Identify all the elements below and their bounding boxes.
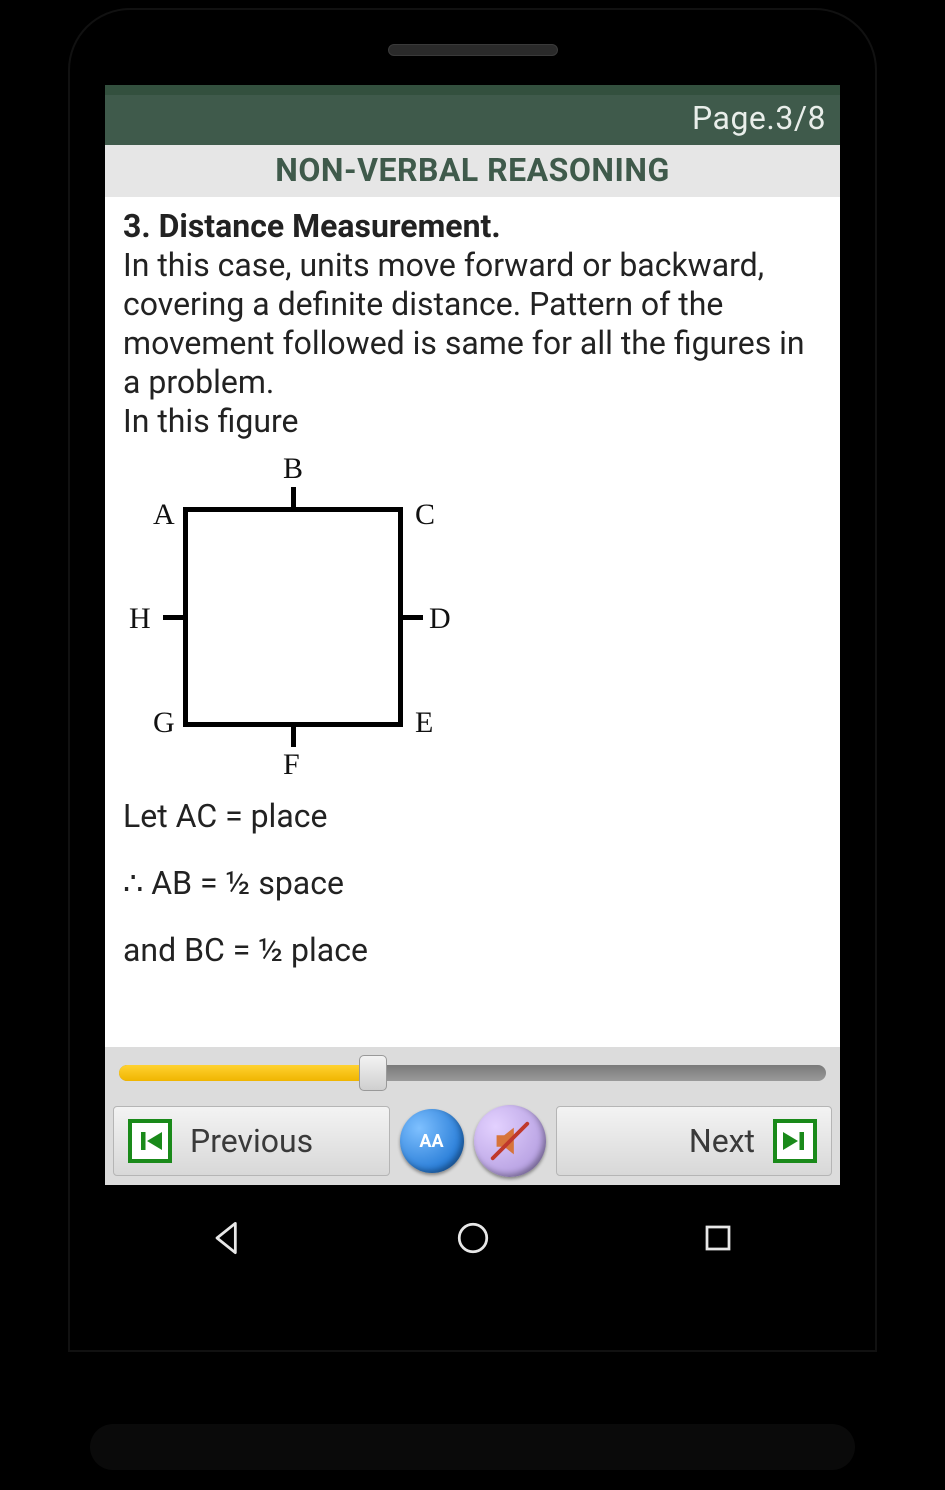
phone-frame: Page.3/8 NON-VERBAL REASONING 3. Distanc… bbox=[70, 10, 875, 1350]
font-size-icon: AA bbox=[419, 1131, 443, 1152]
next-button-label: Next bbox=[689, 1122, 755, 1160]
slider-thumb[interactable] bbox=[359, 1055, 387, 1091]
system-home-button[interactable] bbox=[451, 1216, 495, 1264]
figure-label-f: F bbox=[283, 747, 300, 784]
previous-button[interactable]: Previous bbox=[113, 1106, 390, 1176]
explanation-line-1: Let AC = place bbox=[123, 797, 822, 836]
explanation-line-3: and BC = ½ place bbox=[123, 931, 822, 970]
page-indicator: Page.3/8 bbox=[105, 95, 840, 145]
section-heading: 3. Distance Measurement. bbox=[123, 207, 501, 245]
skip-previous-icon bbox=[128, 1119, 172, 1163]
figure-label-b: B bbox=[283, 451, 303, 488]
figure-label-g: G bbox=[153, 705, 175, 742]
progress-slider[interactable] bbox=[119, 1055, 826, 1091]
button-row: Previous AA Next bbox=[113, 1105, 832, 1177]
phone-speaker bbox=[388, 44, 558, 56]
figure-explanation: Let AC = place ∴ AB = ½ space and BC = ½… bbox=[123, 797, 822, 970]
figure-tick-h bbox=[163, 615, 185, 620]
app-screen: Page.3/8 NON-VERBAL REASONING 3. Distanc… bbox=[105, 85, 840, 1185]
figure-label-c: C bbox=[415, 497, 435, 534]
mute-button[interactable] bbox=[474, 1105, 546, 1177]
previous-button-label: Previous bbox=[190, 1122, 313, 1160]
figure-label-h: H bbox=[129, 601, 151, 638]
figure-container: B A C H D G E F bbox=[123, 447, 822, 787]
gesture-bar bbox=[90, 1424, 855, 1470]
system-recent-button[interactable] bbox=[696, 1216, 740, 1264]
figure-tick-f bbox=[291, 725, 296, 747]
next-button[interactable]: Next bbox=[556, 1106, 833, 1176]
page-title: NON-VERBAL REASONING bbox=[105, 145, 840, 197]
skip-next-icon bbox=[773, 1119, 817, 1163]
figure-label-d: D bbox=[429, 601, 451, 638]
figure-lead-in: In this figure bbox=[123, 402, 299, 440]
speaker-muted-icon bbox=[487, 1118, 533, 1164]
system-back-button[interactable] bbox=[206, 1216, 250, 1264]
status-bar bbox=[105, 85, 840, 95]
slider-fill bbox=[119, 1065, 374, 1081]
figure-tick-b bbox=[291, 487, 296, 509]
system-nav-bar bbox=[105, 1200, 840, 1280]
explanation-line-2: ∴ AB = ½ space bbox=[123, 864, 822, 903]
figure-diagram: B A C H D G E F bbox=[123, 447, 463, 787]
controls-panel: Previous AA Next bbox=[105, 1047, 840, 1185]
figure-tick-d bbox=[401, 615, 423, 620]
content-area[interactable]: 3. Distance Measurement. In this case, u… bbox=[105, 197, 840, 1047]
figure-square bbox=[183, 507, 403, 727]
section-paragraph: In this case, units move forward or back… bbox=[123, 246, 805, 401]
figure-label-e: E bbox=[415, 705, 433, 742]
figure-label-a: A bbox=[153, 497, 175, 534]
font-size-button[interactable]: AA bbox=[400, 1109, 464, 1173]
